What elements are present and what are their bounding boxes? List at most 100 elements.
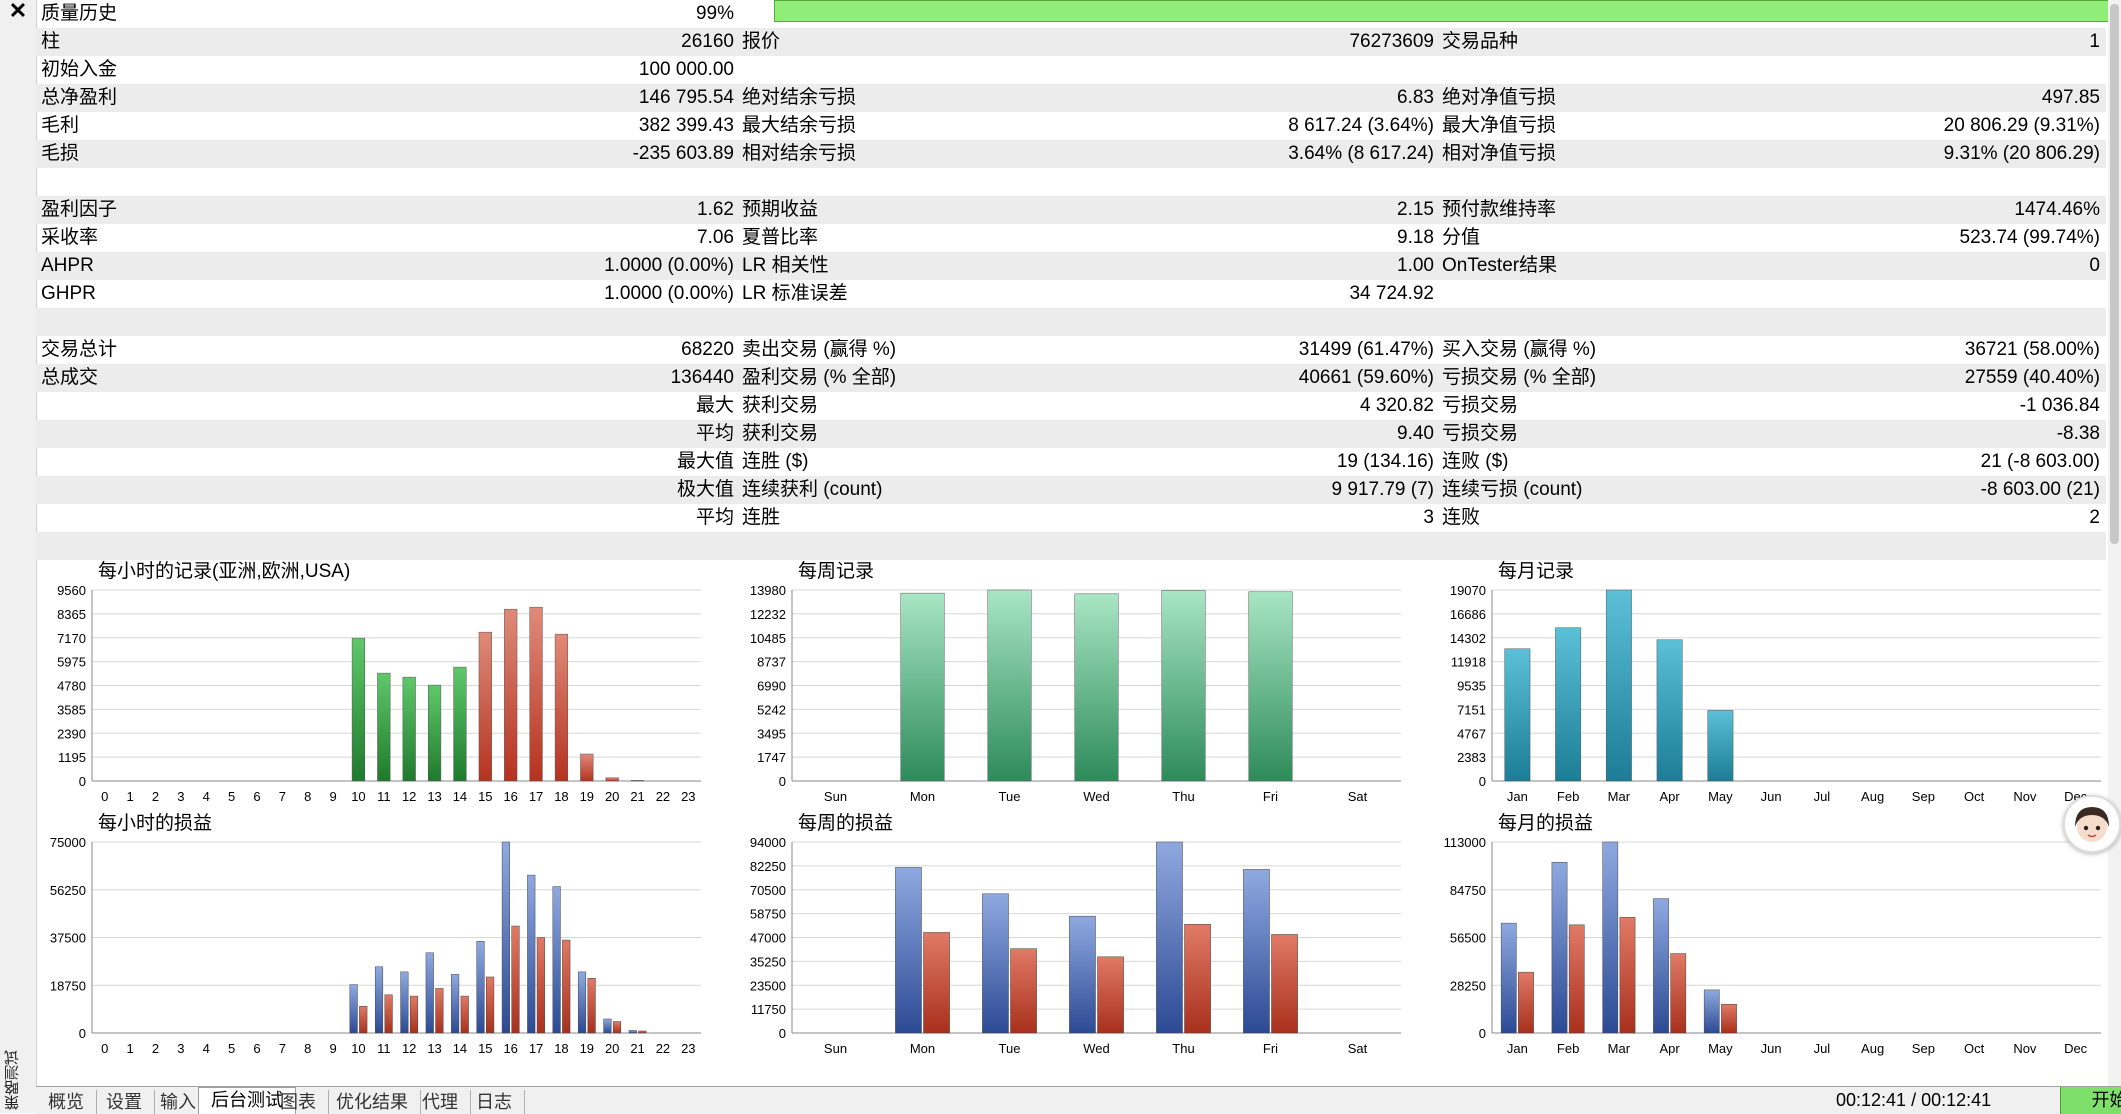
stat-label: 亏损交易 (1442, 423, 1519, 444)
stats-row: 极大值 连续获利 (count) 9 917.79 (7) 连续亏损 (count) -… (36, 476, 2106, 504)
stat-label: 柱 (41, 31, 61, 52)
stat-label: 交易总计 (41, 339, 118, 360)
x-tick-label: Sun (824, 1041, 847, 1056)
tab-7[interactable]: 日志 (464, 1090, 525, 1114)
stat-value: 最大 (695, 395, 734, 416)
x-tick-label: Jul (1814, 1041, 1831, 1056)
y-tick-label: 7170 (57, 631, 86, 646)
x-tick-label: Tue (999, 1041, 1021, 1056)
x-tick-label: 9 (329, 1041, 336, 1056)
bar (453, 666, 467, 782)
x-tick-label: Jan (1507, 789, 1528, 804)
tab-1[interactable]: 设置 (94, 1090, 155, 1114)
stat-label: 最大净值亏损 (1442, 115, 1557, 136)
profit-bar (1069, 915, 1096, 1034)
x-tick-label: 6 (253, 789, 260, 804)
x-tick-label: 2 (152, 789, 159, 804)
profit-bar (374, 966, 384, 1034)
x-tick-label: 7 (279, 1041, 286, 1056)
stat-label: 初始入金 (41, 59, 118, 80)
profit-bar (552, 886, 561, 1034)
x-tick-label: 21 (630, 789, 644, 804)
x-tick-label: 3 (177, 1041, 184, 1056)
x-tick-label: Sep (1912, 789, 1935, 804)
x-tick-label: Wed (1083, 789, 1110, 804)
bar (478, 631, 492, 782)
loss-bar (562, 939, 571, 1034)
stat-value: 1.0000 (0.00%) (604, 255, 734, 276)
y-tick-label: 56250 (50, 883, 86, 898)
x-tick-label: Nov (2013, 1041, 2037, 1056)
bar (1161, 590, 1206, 782)
x-tick-label: 23 (681, 1041, 695, 1056)
chart-title: 每周的损益 (798, 812, 893, 834)
loss-bar (1271, 934, 1298, 1034)
stat-value: 36721 (58.00%) (1964, 339, 2100, 360)
loss-bar (384, 994, 393, 1034)
chart-title: 每小时的损益 (98, 812, 212, 834)
tab-4[interactable]: 图表 (268, 1090, 329, 1114)
chart-title: 每周记录 (798, 560, 874, 582)
y-tick-label: 4767 (1457, 726, 1486, 741)
profit-bar (349, 984, 358, 1034)
stat-label: 连胜 ($) (742, 451, 809, 472)
x-tick-label: 11 (377, 1041, 391, 1056)
x-tick-label: 2 (152, 1041, 159, 1056)
stats-row: 采收率 7.06 夏普比率 9.18 分值 523.74 (99.74%) (36, 224, 2106, 252)
stats-row: 初始入金 100 000.00 (36, 56, 2106, 84)
tab-0[interactable]: 概览 (36, 1090, 97, 1114)
y-tick-label: 23500 (750, 978, 786, 993)
stats-row: 平均 连胜 3 连败 2 (36, 504, 2106, 532)
y-tick-label: 19070 (1450, 583, 1486, 598)
tab-bar: 概览 设置 输入 后台测试 图表 优化结果 代理 日志 00:12:41 / 00:12:41… (36, 1086, 2121, 1114)
y-tick-label: 9535 (1457, 679, 1486, 694)
close-icon[interactable]: ✕ (6, 0, 30, 24)
x-tick-label: 18 (554, 1041, 568, 1056)
stats-row: 毛损 -235 603.89 相对结余亏损 3.64% (8 617.24) 相对净值亏… (36, 140, 2106, 168)
stats-row: GHPR 1.0000 (0.00%) LR 标准误差 34 724.92 (36, 280, 2106, 308)
stat-label: 盈利交易 (% 全部) (742, 367, 897, 388)
tab-6[interactable]: 代理 (410, 1090, 471, 1114)
bar (402, 676, 416, 782)
x-tick-label: 13 (427, 1041, 441, 1056)
x-tick-label: Dec (2064, 1041, 2088, 1056)
x-tick-label: Mar (1608, 1041, 1631, 1056)
assistant-avatar-icon[interactable] (2063, 795, 2121, 853)
bar (377, 672, 391, 782)
stat-value: 27559 (40.40%) (1964, 367, 2100, 388)
loss-bar (359, 1006, 368, 1034)
x-tick-label: 0 (101, 789, 108, 804)
tab-5[interactable]: 优化结果 (324, 1090, 421, 1114)
x-tick-label: 22 (656, 789, 670, 804)
bar (1074, 593, 1119, 782)
x-tick-label: 11 (377, 789, 391, 804)
stat-label: LR 标准误差 (742, 283, 848, 304)
start-button[interactable]: 开始 (2060, 1087, 2121, 1114)
x-tick-label: 20 (605, 1041, 619, 1056)
stat-value: 1.00 (1397, 255, 1434, 276)
profit-bar (982, 893, 1009, 1034)
elapsed-timer: 00:12:41 / 00:12:41 (1836, 1090, 1992, 1110)
profit-bar (1551, 862, 1568, 1034)
x-tick-label: May (1708, 789, 1733, 804)
y-tick-label: 82250 (750, 859, 786, 874)
stats-row: 毛利 382 399.43 最大结余亏损 8 617.24 (3.64%) 最大净值亏损… (36, 112, 2106, 140)
y-tick-label: 1195 (58, 750, 86, 765)
x-tick-label: 1 (126, 1041, 133, 1056)
scrollbar-thumb[interactable] (2110, 4, 2119, 544)
profit-bar (1602, 841, 1619, 1034)
x-tick-label: Mon (910, 789, 935, 804)
avatar-face-icon (2075, 807, 2109, 842)
stat-label: 盈利因子 (41, 199, 118, 220)
x-tick-label: Mar (1608, 789, 1631, 804)
x-tick-label: Fri (1263, 1041, 1278, 1056)
y-tick-label: 5975 (57, 655, 86, 670)
charts-area: 每小时的记录(亚洲,欧洲,USA) 0 1195 2390 3585 4780 5975 71… (36, 553, 2106, 1088)
vertical-scrollbar[interactable] (2108, 0, 2121, 1086)
y-tick-label: 75000 (50, 835, 86, 850)
stat-label: 最大结余亏损 (742, 115, 857, 136)
x-tick-label: 13 (427, 789, 441, 804)
stat-value: 1474.46% (2014, 199, 2100, 220)
stat-value: 1.62 (697, 199, 734, 220)
loss-bar (1619, 916, 1636, 1034)
